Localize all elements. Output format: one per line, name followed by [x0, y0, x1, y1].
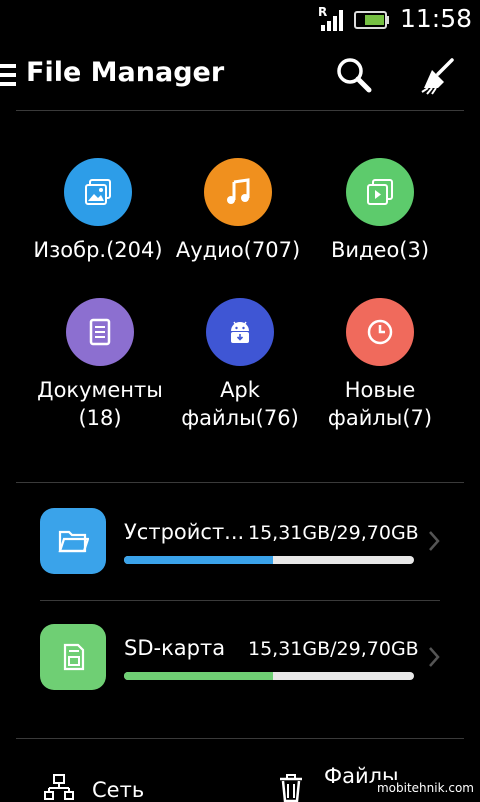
status-time: 11:58	[399, 4, 472, 33]
storage-size: 15,31GB/29,70GB	[248, 522, 419, 544]
category-documents[interactable]: Документы (18)	[20, 298, 180, 432]
network-button[interactable]: Сеть	[44, 770, 184, 802]
category-label: Аудио(707)	[175, 238, 301, 262]
broom-icon	[421, 58, 454, 95]
document-icon	[66, 298, 134, 366]
storage-size: 15,31GB/29,70GB	[248, 638, 419, 660]
network-label: Сеть	[92, 778, 145, 802]
category-video[interactable]: Видео(3)	[300, 158, 460, 264]
app-bar: File Manager	[0, 40, 480, 110]
category-apk[interactable]: Apk файлы(76)	[160, 298, 320, 432]
storage-progress-bar	[124, 556, 414, 564]
status-bar: R 11:58	[0, 0, 480, 38]
trash-icon	[280, 774, 302, 802]
storage-progress-fill	[124, 672, 274, 680]
divider	[16, 738, 464, 739]
category-label-line1: Новые	[344, 378, 416, 402]
search-button[interactable]	[334, 56, 374, 96]
search-icon	[337, 58, 372, 93]
clock-icon	[346, 298, 414, 366]
category-label: Изобр.(204)	[33, 238, 163, 262]
signal-icon: R	[318, 5, 348, 37]
video-icon	[346, 158, 414, 226]
chevron-right-icon	[428, 530, 440, 556]
category-label-line2: (18)	[78, 406, 122, 430]
category-label: Видео(3)	[330, 238, 430, 262]
storage-progress-fill	[124, 556, 274, 564]
storage-name: SD-карта	[124, 636, 226, 660]
divider	[40, 600, 440, 601]
category-new-files[interactable]: Новые файлы(7)	[300, 298, 460, 432]
storage-name: Устройст...	[124, 520, 245, 544]
clean-button[interactable]	[418, 56, 458, 96]
storage-device[interactable]: Устройст... 15,31GB/29,70GB	[38, 508, 440, 578]
storage-progress-bar	[124, 672, 414, 680]
category-audio[interactable]: Аудио(707)	[158, 158, 318, 264]
category-label-line1: Apk	[220, 378, 260, 402]
chevron-right-icon	[428, 646, 440, 672]
menu-icon[interactable]	[0, 64, 16, 90]
app-title: File Manager	[26, 57, 225, 88]
image-icon	[64, 158, 132, 226]
category-label-line1: Документы	[37, 378, 163, 402]
network-icon	[44, 774, 74, 800]
category-label-line2: файлы(7)	[327, 406, 433, 430]
sd-card-icon	[40, 624, 106, 690]
music-icon	[204, 158, 272, 226]
category-label-line2: файлы(76)	[181, 406, 299, 430]
storage-sd-card[interactable]: SD-карта 15,31GB/29,70GB	[38, 624, 440, 694]
watermark: mobitehnik.com	[374, 780, 476, 796]
divider	[16, 482, 464, 483]
category-images[interactable]: Изобр.(204)	[18, 158, 178, 264]
battery-icon	[354, 10, 390, 34]
android-icon	[206, 298, 274, 366]
folder-icon	[40, 508, 106, 574]
svg-text:R: R	[318, 5, 327, 19]
divider	[16, 110, 464, 111]
